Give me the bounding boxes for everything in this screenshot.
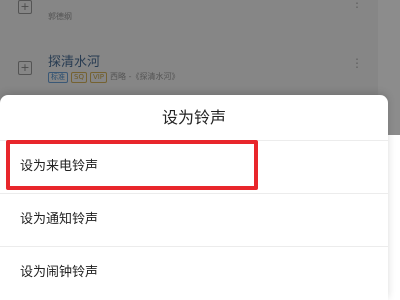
set-notification-ringtone-option[interactable]: 设为通知铃声 xyxy=(0,194,388,247)
set-alarm-ringtone-option[interactable]: 设为闹钟铃声 xyxy=(0,247,388,299)
screen: + 郭德纲 ⋮ + 探清水河 标准 SQ VIP 西略 -《探清水河》 ⋮ 设为铃声 … xyxy=(0,0,400,300)
sheet-title: 设为铃声 xyxy=(0,95,388,141)
option-label: 设为通知铃声 xyxy=(20,212,99,227)
highlight-annotation xyxy=(6,140,258,190)
ringtone-bottom-sheet: 设为铃声 设为来电铃声 设为通知铃声 设为闹钟铃声 xyxy=(0,95,388,300)
option-label: 设为闹钟铃声 xyxy=(20,265,99,280)
